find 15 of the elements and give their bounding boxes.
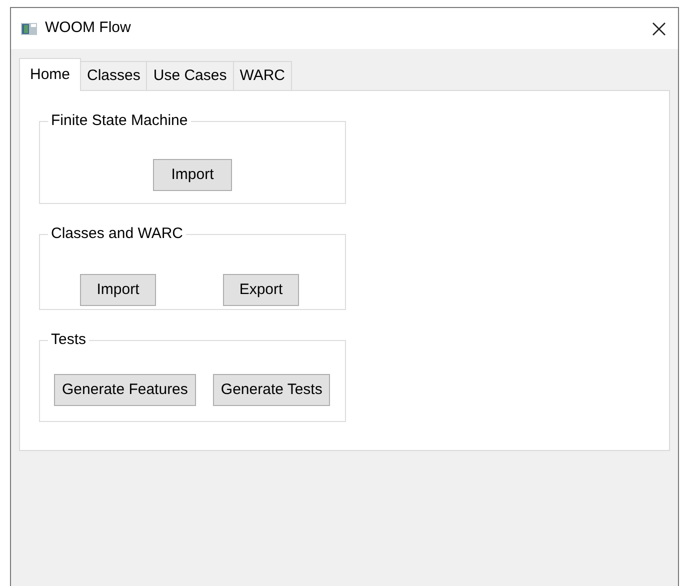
close-icon[interactable] [652, 22, 666, 36]
group-title: Classes and WARC [51, 225, 183, 242]
push-button[interactable]: Import [153, 159, 232, 191]
push-button[interactable]: Export [223, 274, 299, 306]
tab[interactable]: Home [19, 58, 82, 91]
push-button[interactable]: Import [80, 274, 156, 306]
group-title: Finite State Machine [51, 112, 188, 129]
tab[interactable]: Classes [81, 61, 148, 90]
group-title: Tests [51, 331, 86, 348]
window-title: WOOM Flow [45, 18, 131, 38]
push-button[interactable]: Generate Tests [212, 374, 330, 406]
push-button[interactable]: Generate Features [54, 374, 196, 406]
tab[interactable]: WARC [234, 61, 292, 90]
app-icon [21, 22, 37, 34]
tab[interactable]: Use Cases [147, 61, 234, 90]
